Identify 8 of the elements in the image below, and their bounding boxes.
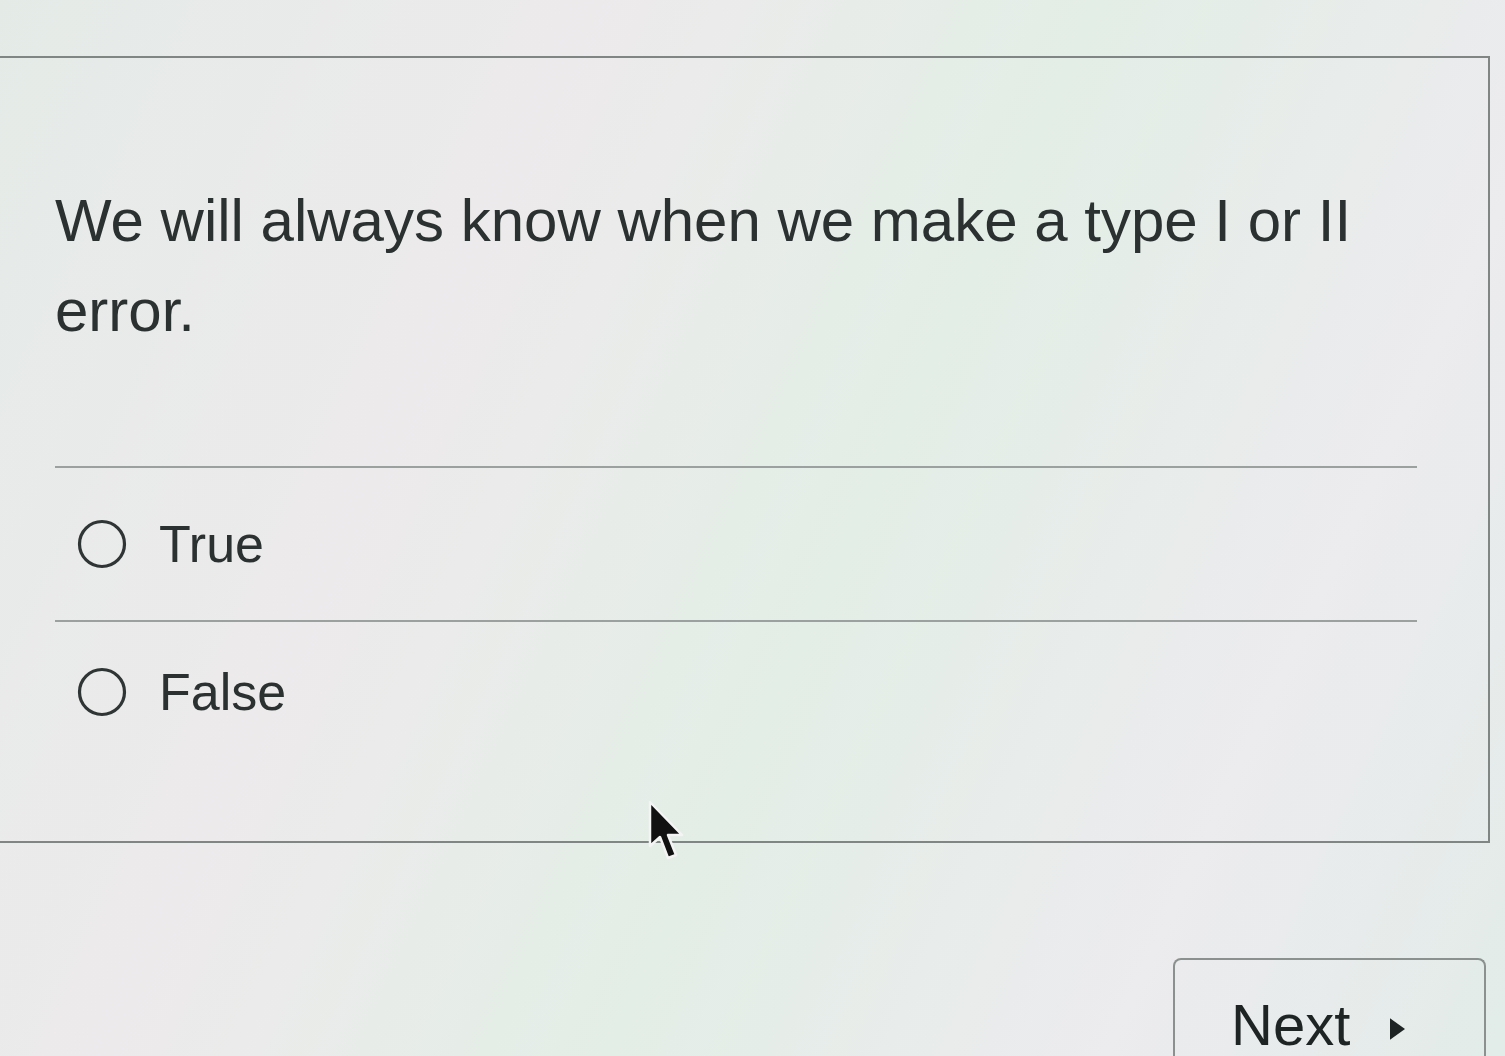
answer-option[interactable]: True	[77, 512, 264, 576]
mouse-pointer-icon	[648, 800, 684, 860]
next-button[interactable]: Next	[1173, 958, 1486, 1056]
radio-icon[interactable]	[77, 667, 127, 717]
caret-icon	[1390, 1018, 1406, 1040]
answer-option[interactable]: False	[77, 660, 287, 724]
question-text: We will always know when we make a type I or II error.	[55, 186, 1353, 346]
radio-icon[interactable]	[77, 519, 127, 569]
